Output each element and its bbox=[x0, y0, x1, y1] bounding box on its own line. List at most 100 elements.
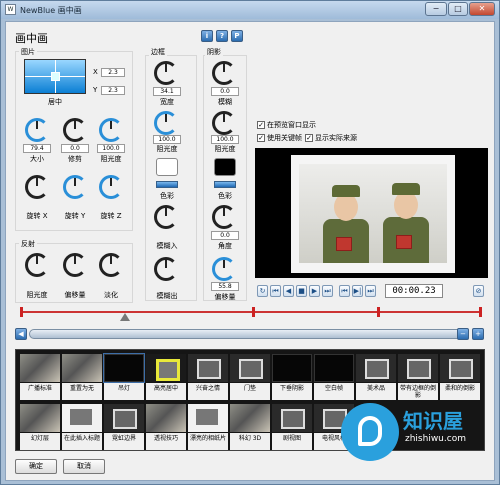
reflection-opacity-knob[interactable] bbox=[25, 253, 49, 277]
show-in-preview-checkbox[interactable]: ✓ 在预览窗口显示 bbox=[257, 120, 316, 130]
play-button[interactable]: ▶ bbox=[309, 285, 320, 297]
shadow-offset-label: 偏移量 bbox=[214, 293, 236, 301]
shadow-offset-knob[interactable] bbox=[212, 257, 236, 281]
maximize-button[interactable]: □ bbox=[448, 2, 468, 16]
opacity-knob[interactable] bbox=[99, 118, 123, 142]
page-title: 画中画 bbox=[15, 32, 48, 45]
rotate-y-knob[interactable] bbox=[63, 175, 87, 199]
person-right bbox=[381, 169, 431, 263]
preset-tile[interactable]: 漂亮的相纸片 bbox=[188, 404, 228, 452]
playhead-icon[interactable] bbox=[120, 313, 130, 321]
position-pad[interactable] bbox=[24, 59, 86, 94]
preset-label: 重置为无 bbox=[62, 383, 102, 400]
position-handle[interactable] bbox=[51, 72, 60, 81]
preset-thumbnail bbox=[440, 354, 480, 382]
keyframe-timeline[interactable] bbox=[21, 311, 481, 313]
shadow-opacity-knob[interactable] bbox=[212, 111, 236, 135]
preset-label: 门垫 bbox=[230, 383, 270, 400]
preset-thumbnail bbox=[314, 354, 354, 382]
border-width-knob[interactable] bbox=[154, 61, 178, 85]
shadow-blur-value[interactable]: 0.0 bbox=[211, 87, 239, 96]
shadow-opacity-value[interactable]: 100.0 bbox=[211, 135, 239, 144]
shadow-color-swatch[interactable] bbox=[214, 158, 236, 176]
shadow-angle-knob[interactable] bbox=[212, 205, 236, 229]
rotate-x-knob[interactable] bbox=[25, 175, 49, 199]
red-card bbox=[396, 235, 412, 249]
help-button[interactable]: ? bbox=[216, 30, 228, 42]
loop-button[interactable]: ↻ bbox=[257, 285, 268, 297]
preset-tile[interactable]: 兴奋之情 bbox=[188, 354, 228, 402]
border-color-swatch[interactable] bbox=[156, 158, 178, 176]
app-icon: W bbox=[5, 4, 16, 15]
preset-tile[interactable]: 门垫 bbox=[230, 354, 270, 402]
close-button[interactable]: ✕ bbox=[469, 2, 495, 16]
preset-thumbnail bbox=[62, 354, 102, 382]
y-field[interactable]: 2.3 bbox=[101, 86, 125, 95]
size-value[interactable]: 79.4 bbox=[23, 144, 51, 153]
keyframe-marker[interactable] bbox=[377, 307, 380, 317]
go-start-button[interactable]: ⏮ bbox=[270, 285, 281, 297]
rotate-z-knob[interactable] bbox=[99, 175, 123, 199]
use-keyframes-checkbox[interactable]: ✓ 使用关键帧 bbox=[257, 133, 302, 143]
preset-tile[interactable]: 美术品 bbox=[356, 354, 396, 402]
scroll-left-button[interactable]: ◀ bbox=[15, 328, 27, 340]
stop-button[interactable]: ■ bbox=[296, 285, 307, 297]
watermark-brand: 知识屋 bbox=[403, 409, 463, 433]
border-fade-in-knob[interactable] bbox=[154, 205, 178, 229]
shadow-offset-value[interactable]: 55.8 bbox=[211, 282, 239, 291]
preset-tile[interactable]: 透视技巧 bbox=[146, 404, 186, 452]
prev-keyframe-button[interactable]: ⏮ bbox=[339, 285, 350, 297]
preset-tile[interactable]: 带有边框的倒影 bbox=[398, 354, 438, 402]
zoom-in-button[interactable]: + bbox=[472, 328, 484, 340]
preset-label: 柔和的倒影 bbox=[440, 383, 480, 400]
border-opacity-value[interactable]: 100.0 bbox=[153, 135, 181, 144]
shadow-color-picker[interactable] bbox=[214, 181, 236, 188]
preset-thumbnail bbox=[62, 404, 102, 432]
preset-tile[interactable]: 在此插入标题 bbox=[62, 404, 102, 452]
border-color-picker[interactable] bbox=[156, 181, 178, 188]
preset-tile[interactable]: 霓虹边界 bbox=[104, 404, 144, 452]
opacity-value[interactable]: 100.0 bbox=[97, 144, 125, 153]
preset-thumbnail bbox=[188, 354, 228, 382]
show-source-checkbox[interactable]: ✓ 显示实际来源 bbox=[305, 133, 357, 143]
settings-button[interactable]: ⊘ bbox=[473, 285, 484, 297]
step-back-button[interactable]: ◀ bbox=[283, 285, 294, 297]
shadow-blur-knob[interactable] bbox=[212, 61, 236, 85]
go-end-button[interactable]: ⏭ bbox=[322, 285, 333, 297]
cancel-button[interactable]: 取消 bbox=[63, 459, 105, 474]
preset-label: 透视技巧 bbox=[146, 433, 186, 450]
preset-tile[interactable]: 剧视图 bbox=[272, 404, 312, 452]
shadow-angle-value[interactable]: 0.0 bbox=[211, 231, 239, 240]
keyframe-marker[interactable] bbox=[479, 307, 482, 317]
x-field[interactable]: 2.3 bbox=[101, 68, 125, 77]
next-keyframe-button[interactable]: ⏭ bbox=[365, 285, 376, 297]
zoom-out-button[interactable]: − bbox=[457, 328, 469, 340]
timeline-scrollbar[interactable] bbox=[29, 329, 469, 339]
preset-tile[interactable]: 空白帧 bbox=[314, 354, 354, 402]
preset-tile[interactable]: 柔和的倒影 bbox=[440, 354, 480, 402]
keyframe-marker[interactable] bbox=[252, 307, 255, 317]
preset-tile[interactable]: 下垂阴影 bbox=[272, 354, 312, 402]
crop-value[interactable]: 0.0 bbox=[61, 144, 89, 153]
preset-tile[interactable]: 吊灯 bbox=[103, 353, 145, 402]
keyframe-marker[interactable] bbox=[20, 307, 23, 317]
border-width-value[interactable]: 34.1 bbox=[153, 87, 181, 96]
add-keyframe-button[interactable]: ▶| bbox=[352, 285, 363, 297]
ok-button[interactable]: 确定 bbox=[15, 459, 57, 474]
watermark-logo-shape bbox=[358, 416, 382, 446]
border-opacity-knob[interactable] bbox=[154, 111, 178, 135]
border-fade-out-knob[interactable] bbox=[154, 257, 178, 281]
reflection-fade-knob[interactable] bbox=[99, 253, 123, 277]
preset-tile[interactable]: 科幻 3D bbox=[230, 404, 270, 452]
title-bar[interactable]: W NewBlue 画中画 − □ ✕ bbox=[1, 1, 499, 19]
presets-button[interactable]: P bbox=[231, 30, 243, 42]
info-button[interactable]: i bbox=[201, 30, 213, 42]
reflection-offset-knob[interactable] bbox=[63, 253, 87, 277]
preset-tile[interactable]: 高亮居中 bbox=[146, 354, 186, 402]
minimize-button[interactable]: − bbox=[425, 2, 447, 16]
preset-tile[interactable]: 重置为无 bbox=[62, 354, 102, 402]
preset-tile[interactable]: 幻灯层 bbox=[20, 404, 60, 452]
preset-tile[interactable]: 广播标准 bbox=[20, 354, 60, 402]
size-knob[interactable] bbox=[25, 118, 49, 142]
crop-knob[interactable] bbox=[63, 118, 87, 142]
